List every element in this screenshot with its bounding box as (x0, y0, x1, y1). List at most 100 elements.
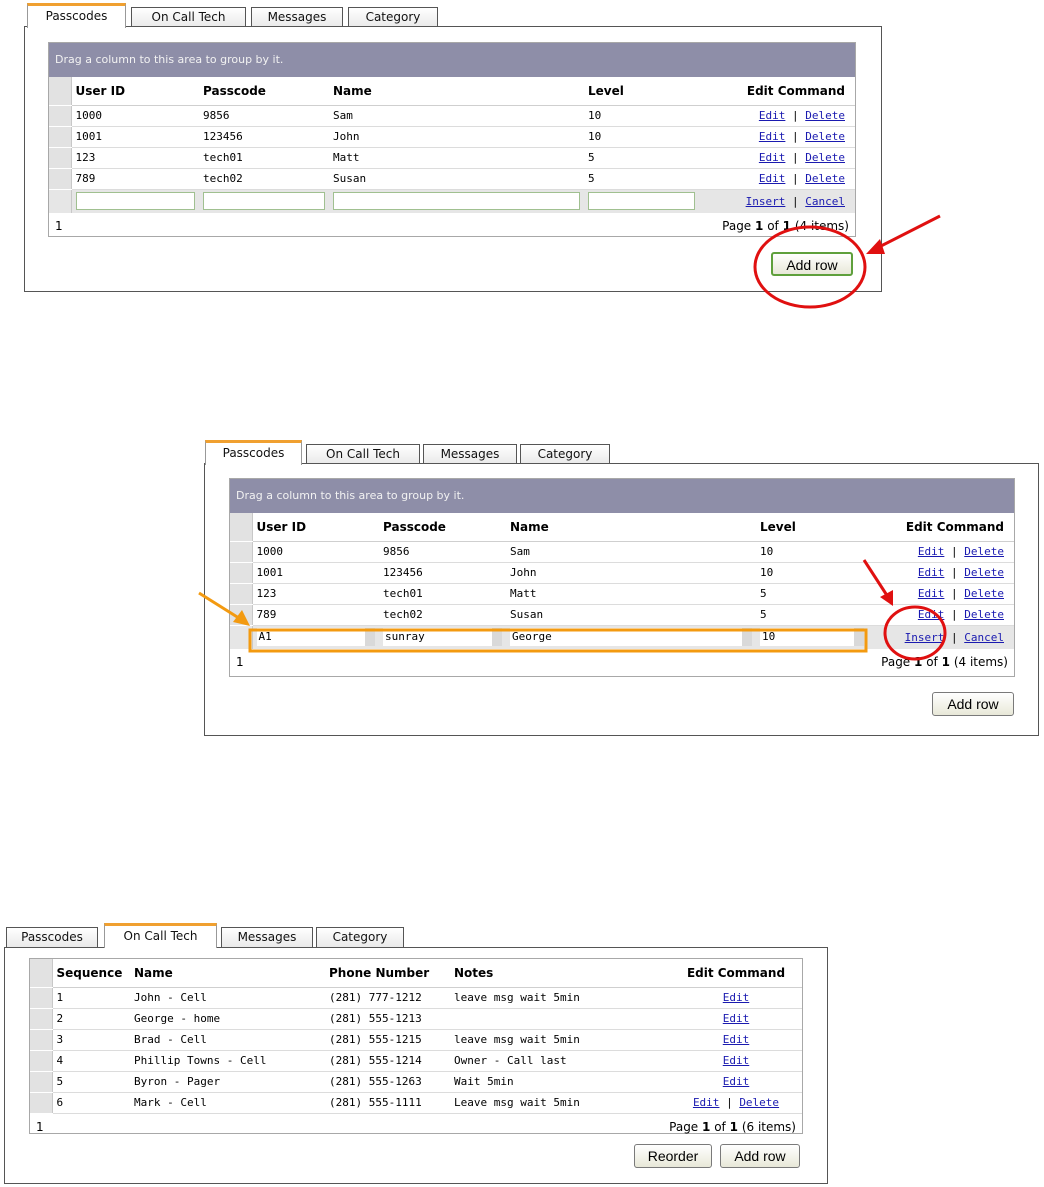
edit-link[interactable]: Edit (723, 1012, 750, 1025)
group-by-area[interactable]: Drag a column to this area to group by i… (230, 479, 1014, 513)
cell-commands: Edit | Delete (699, 105, 855, 127)
add-row-button[interactable]: Add row (771, 252, 853, 276)
insert-link[interactable]: Insert (905, 631, 945, 644)
cell-commands: Edit | Delete (868, 583, 1014, 605)
edit-link[interactable]: Edit (918, 587, 945, 600)
tab-passcodes[interactable]: Passcodes (6, 927, 98, 947)
edit-link[interactable]: Edit (723, 1075, 750, 1088)
cell-passcode: tech02 (199, 168, 329, 190)
name-input[interactable]: George (510, 628, 752, 647)
row-selector[interactable] (30, 1029, 53, 1051)
cell-name: Sam (506, 541, 756, 563)
delete-link[interactable]: Delete (805, 109, 845, 122)
tab-on-call-tech[interactable]: On Call Tech (306, 444, 420, 464)
cancel-link[interactable]: Cancel (964, 631, 1004, 644)
pager-summary: Page 1 of 1 (6 items) (669, 1119, 796, 1134)
add-row-button[interactable]: Add row (720, 1144, 800, 1168)
edit-link[interactable]: Edit (918, 566, 945, 579)
col-edit-command: Edit Command (699, 77, 855, 106)
delete-link[interactable]: Delete (805, 151, 845, 164)
group-by-area[interactable]: Drag a column to this area to group by i… (49, 43, 855, 77)
delete-link[interactable]: Delete (739, 1096, 779, 1109)
reorder-button[interactable]: Reorder (634, 1144, 712, 1168)
header-row: User ID Passcode Name Level Edit Command (49, 77, 855, 106)
row-selector[interactable] (30, 987, 53, 1009)
edit-link[interactable]: Edit (759, 172, 786, 185)
delete-link[interactable]: Delete (964, 608, 1004, 621)
separator: | (951, 587, 958, 600)
name-input[interactable] (333, 192, 580, 211)
row-selector[interactable] (49, 105, 72, 127)
col-name[interactable]: Name (130, 959, 325, 988)
separator: | (792, 109, 799, 122)
edit-link[interactable]: Edit (918, 545, 945, 558)
delete-link[interactable]: Delete (964, 587, 1004, 600)
user-id-input[interactable]: A1 (256, 628, 375, 647)
tab-content-box: Drag a column to this area to group by i… (24, 26, 882, 292)
col-level[interactable]: Level (584, 77, 699, 106)
col-name[interactable]: Name (506, 513, 756, 542)
row-selector[interactable] (30, 1092, 53, 1114)
delete-link[interactable]: Delete (964, 545, 1004, 558)
edit-link[interactable]: Edit (693, 1096, 720, 1109)
level-input[interactable] (588, 192, 695, 211)
edit-link[interactable]: Edit (759, 130, 786, 143)
row-selector[interactable] (49, 147, 72, 169)
col-notes[interactable]: Notes (450, 959, 670, 988)
row-selector[interactable] (30, 1050, 53, 1072)
row-selector-header (49, 77, 72, 106)
cell-passcode: 9856 (379, 541, 506, 563)
tab-passcodes[interactable]: Passcodes (205, 440, 302, 465)
col-level[interactable]: Level (756, 513, 868, 542)
row-selector[interactable] (49, 126, 72, 148)
edit-link[interactable]: Edit (723, 1033, 750, 1046)
tab-category[interactable]: Category (316, 927, 404, 947)
edit-link[interactable]: Edit (723, 1054, 750, 1067)
tab-on-call-tech[interactable]: On Call Tech (104, 923, 217, 948)
tab-category[interactable]: Category (348, 7, 438, 27)
row-selector[interactable] (30, 1008, 53, 1030)
cell-notes: Wait 5min (450, 1071, 670, 1093)
pager-page-link[interactable]: 1 (55, 219, 63, 233)
pager-page-link[interactable]: 1 (36, 1120, 44, 1134)
tab-on-call-tech[interactable]: On Call Tech (131, 7, 246, 27)
row-selector[interactable] (230, 604, 253, 626)
delete-link[interactable]: Delete (964, 566, 1004, 579)
insert-cell: 10 (756, 625, 868, 649)
tab-messages[interactable]: Messages (221, 927, 313, 947)
col-phone-number[interactable]: Phone Number (325, 959, 450, 988)
row-selector[interactable] (49, 168, 72, 190)
col-passcode[interactable]: Passcode (199, 77, 329, 106)
add-row-button[interactable]: Add row (932, 692, 1014, 716)
passcode-grid: Drag a column to this area to group by i… (48, 42, 856, 237)
insert-cell (199, 189, 329, 213)
row-selector[interactable] (230, 583, 253, 605)
tab-content-box: Drag a column to this area to group by i… (204, 463, 1039, 736)
insert-link[interactable]: Insert (746, 195, 786, 208)
level-input[interactable]: 10 (760, 628, 864, 647)
pager-page-link[interactable]: 1 (236, 655, 244, 669)
passcode-input[interactable]: sunray (383, 628, 502, 647)
delete-link[interactable]: Delete (805, 172, 845, 185)
passcode-input[interactable] (203, 192, 325, 211)
edit-link[interactable]: Edit (759, 151, 786, 164)
tab-messages[interactable]: Messages (251, 7, 343, 27)
col-user-id[interactable]: User ID (252, 513, 379, 542)
col-name[interactable]: Name (329, 77, 584, 106)
edit-link[interactable]: Edit (918, 608, 945, 621)
col-user-id[interactable]: User ID (71, 77, 199, 106)
cancel-link[interactable]: Cancel (805, 195, 845, 208)
edit-link[interactable]: Edit (759, 109, 786, 122)
col-sequence[interactable]: Sequence (52, 959, 130, 988)
row-selector[interactable] (230, 562, 253, 584)
edit-link[interactable]: Edit (723, 991, 750, 1004)
delete-link[interactable]: Delete (805, 130, 845, 143)
tab-category[interactable]: Category (520, 444, 610, 464)
tab-messages[interactable]: Messages (423, 444, 517, 464)
row-selector[interactable] (30, 1071, 53, 1093)
user-id-input[interactable] (75, 192, 195, 211)
cell-notes: leave msg wait 5min (450, 987, 670, 1009)
tab-passcodes[interactable]: Passcodes (27, 3, 126, 28)
row-selector[interactable] (230, 541, 253, 563)
col-passcode[interactable]: Passcode (379, 513, 506, 542)
